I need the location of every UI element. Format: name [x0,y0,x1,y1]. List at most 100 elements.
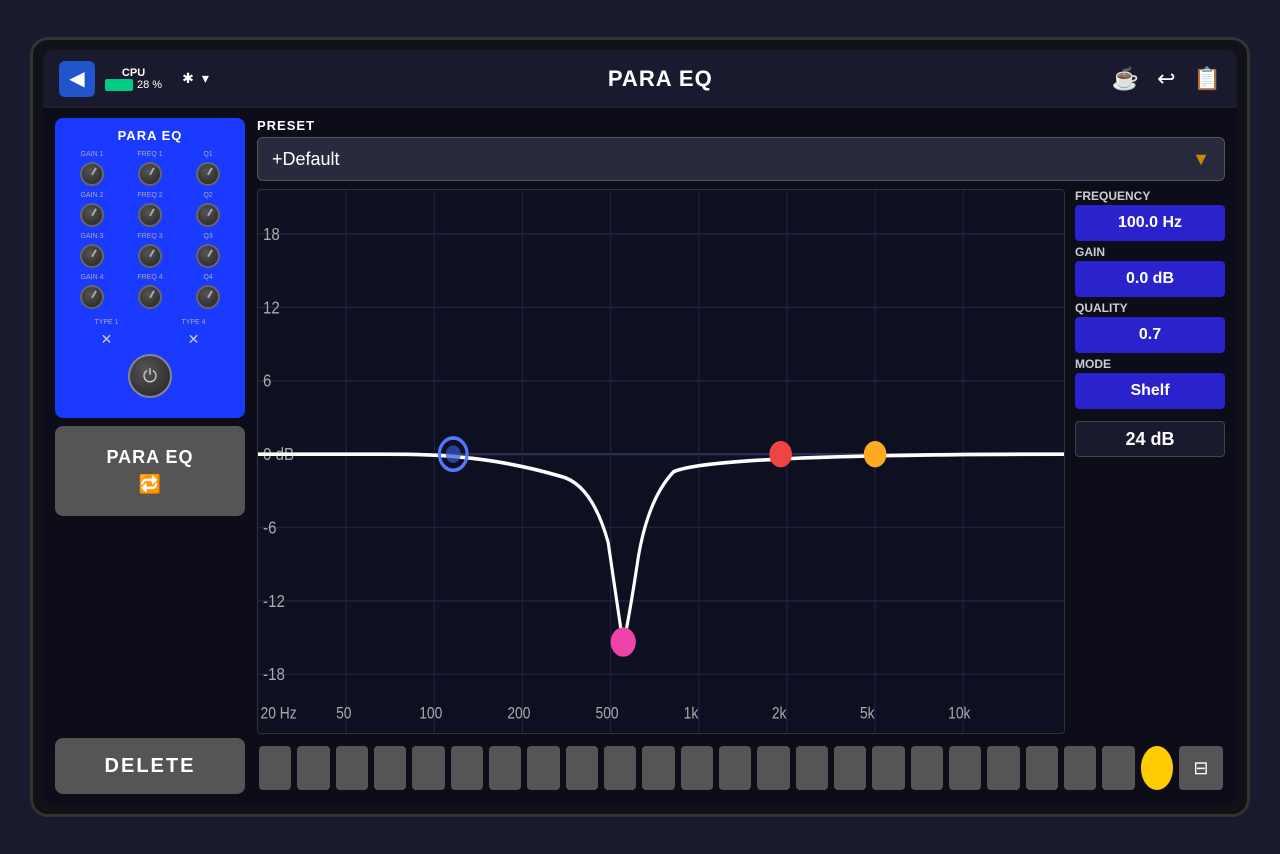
q1-knob[interactable] [194,160,222,188]
quality-value-box[interactable]: 0.7 [1075,317,1225,353]
pad-5[interactable] [412,746,444,790]
pad-12[interactable] [681,746,713,790]
pad-11[interactable] [642,746,674,790]
pad-10[interactable] [604,746,636,790]
preset-dropdown[interactable]: +Default ▼ [257,137,1225,181]
quality-label: QUALITY [1075,301,1225,315]
pad-17[interactable] [872,746,904,790]
svg-text:50: 50 [336,704,351,722]
device-frame: ◀ CPU 28 % ✱ ▾ PARA EQ ☕ ↩ 📋 [30,37,1250,817]
freq3-knob[interactable] [136,242,164,270]
pad-24-active[interactable] [1141,746,1173,790]
type4-selector[interactable]: ✕ [183,328,205,350]
save-icon[interactable]: ☕ [1112,66,1139,92]
pad-21[interactable] [1026,746,1058,790]
delete-label: DELETE [105,755,196,778]
pad-16[interactable] [834,746,866,790]
svg-text:1k: 1k [684,704,699,722]
pad-7[interactable] [489,746,521,790]
cpu-section: CPU 28 % [105,67,162,91]
preset-bar: PRESET +Default ▼ [257,118,1225,181]
type-row: TYPE 1 ✕ TYPE 4 ✕ [63,319,237,350]
pad-20[interactable] [987,746,1019,790]
bottom-strip: ⊟ [257,742,1225,794]
pad-19[interactable] [949,746,981,790]
plugin-thumbnail: PARA EQ GAIN 1 FREQ 1 Q1 GAIN 2 FREQ 2 Q… [55,118,245,418]
mixer-icon: ⊟ [1193,758,1208,779]
pad-22[interactable] [1064,746,1096,790]
svg-text:5k: 5k [860,704,875,722]
eq-graph[interactable]: 18 12 6 0 dB -6 -12 -18 20 Hz 50 100 200 [257,189,1065,734]
wifi-icon: ▾ [202,70,209,87]
pad-3[interactable] [336,746,368,790]
fx-icon[interactable]: 📋 [1194,66,1221,92]
page-title: PARA EQ [209,66,1112,92]
svg-text:100: 100 [419,704,442,722]
mode-group: MODE Shelf [1075,357,1225,409]
preset-label: PRESET [257,118,1225,133]
pad-2[interactable] [297,746,329,790]
preset-value: +Default [272,149,340,170]
frequency-value-box[interactable]: 100.0 Hz [1075,205,1225,241]
freq4-knob[interactable] [136,283,164,311]
plugin-thumb-title: PARA EQ [118,128,183,143]
mode-value: Shelf [1130,382,1169,400]
svg-text:12: 12 [263,298,280,317]
svg-text:18: 18 [263,225,280,244]
pad-14[interactable] [757,746,789,790]
undo-icon[interactable]: ↩ [1157,66,1175,92]
pad-8[interactable] [527,746,559,790]
mixer-button[interactable]: ⊟ [1179,746,1223,790]
q2-knob[interactable] [194,201,222,229]
freq1-knob[interactable] [136,160,164,188]
cpu-label: CPU [122,67,145,79]
power-icon: ⏻ [143,366,157,387]
q3-knob[interactable] [194,242,222,270]
pad-9[interactable] [566,746,598,790]
pad-6[interactable] [451,746,483,790]
pad-4[interactable] [374,746,406,790]
quality-value: 0.7 [1139,326,1161,344]
right-params: FREQUENCY 100.0 Hz GAIN 0.0 dB [1075,189,1225,734]
svg-text:20 Hz: 20 Hz [261,704,297,722]
gain2-knob[interactable] [78,201,106,229]
frequency-value: 100.0 Hz [1118,214,1182,232]
dropdown-arrow-icon: ▼ [1192,149,1210,170]
svg-text:6: 6 [263,372,271,391]
plugin-name-card[interactable]: PARA EQ 🔁 [55,426,245,516]
svg-text:-6: -6 [263,518,276,537]
pad-18[interactable] [911,746,943,790]
svg-text:200: 200 [507,704,530,722]
q4-knob[interactable] [194,283,222,311]
pad-23[interactable] [1102,746,1134,790]
pad-13[interactable] [719,746,751,790]
db-box[interactable]: 24 dB [1075,421,1225,457]
gain3-knob[interactable] [78,242,106,270]
quality-group: QUALITY 0.7 [1075,301,1225,353]
frequency-label: FREQUENCY [1075,189,1225,203]
db-value: 24 dB [1125,429,1174,450]
pad-1[interactable] [259,746,291,790]
type1-selector[interactable]: ✕ [96,328,118,350]
frequency-group: FREQUENCY 100.0 Hz [1075,189,1225,241]
center-right: PRESET +Default ▼ [257,118,1225,794]
cpu-bar-container: 28 % [105,79,162,91]
pad-15[interactable] [796,746,828,790]
gain-label: GAIN [1075,245,1225,259]
gain4-knob[interactable] [78,283,106,311]
freq2-knob[interactable] [136,201,164,229]
gain1-knob[interactable] [78,160,106,188]
bluetooth-icon: ✱ [182,70,194,87]
power-button[interactable]: ⏻ [128,354,172,398]
mode-value-box[interactable]: Shelf [1075,373,1225,409]
gain-value-box[interactable]: 0.0 dB [1075,261,1225,297]
back-button[interactable]: ◀ [59,61,95,97]
screen: ◀ CPU 28 % ✱ ▾ PARA EQ ☕ ↩ 📋 [43,50,1237,804]
gain-group: GAIN 0.0 dB [1075,245,1225,297]
plugin-name-text: PARA EQ [106,447,193,468]
eq-params-row: 18 12 6 0 dB -6 -12 -18 20 Hz 50 100 200 [257,189,1225,734]
eq-svg: 18 12 6 0 dB -6 -12 -18 20 Hz 50 100 200 [258,190,1064,733]
svg-text:-12: -12 [263,592,285,611]
cpu-bar [105,79,133,91]
delete-button[interactable]: DELETE [55,738,245,794]
